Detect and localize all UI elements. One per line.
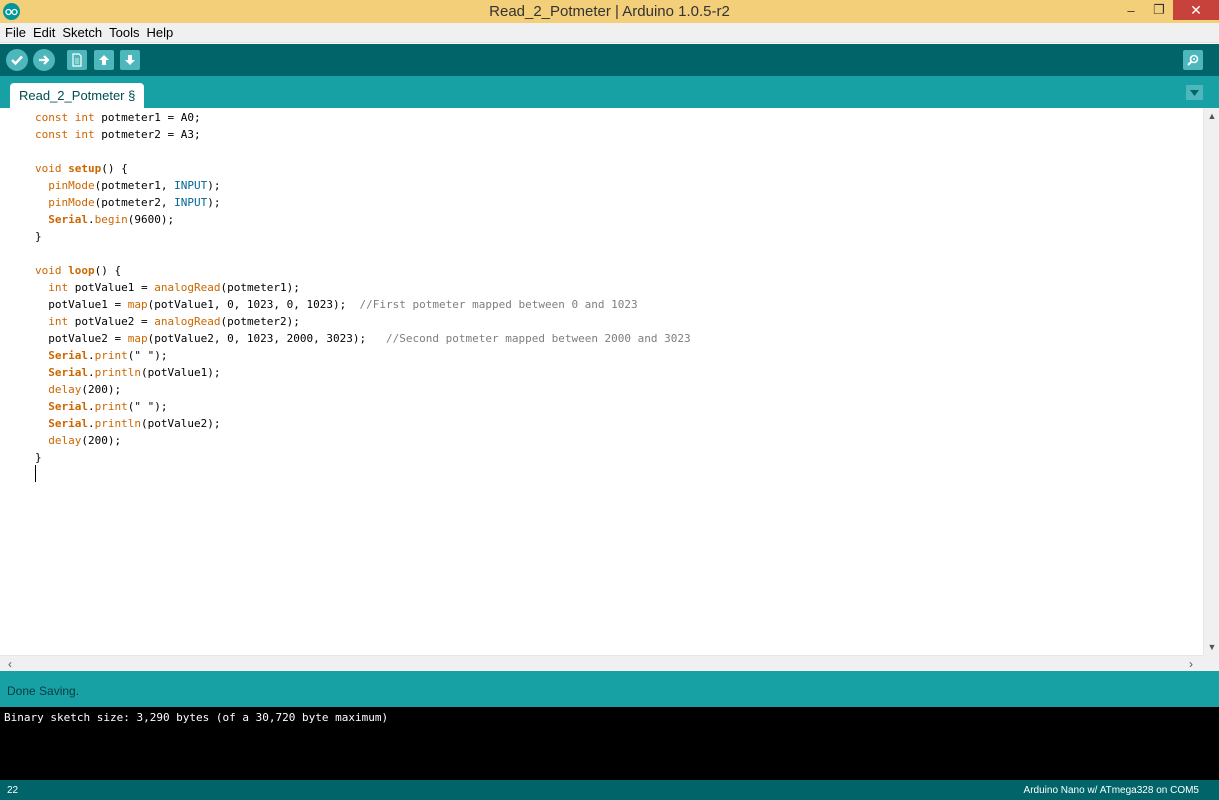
scrollbar-corner [1203, 655, 1219, 671]
code-text[interactable]: const int potmeter1 = A0; const int potme… [35, 109, 691, 483]
tab-menu-button[interactable] [1186, 85, 1203, 100]
console-text: Binary sketch size: 3,290 bytes (of a 30… [4, 711, 389, 724]
triangle-down-icon [1190, 89, 1199, 96]
code-line[interactable]: pinMode(potmeter2, INPUT); [35, 194, 691, 211]
code-line[interactable]: } [35, 449, 691, 466]
menu-tools[interactable]: Tools [106, 25, 142, 40]
magnifier-icon [1187, 54, 1199, 66]
toolbar [0, 44, 1219, 76]
tab-read-2-potmeter[interactable]: Read_2_Potmeter § [10, 83, 145, 108]
arrow-up-icon [99, 55, 109, 65]
code-line[interactable] [35, 143, 691, 160]
code-line[interactable]: delay(200); [35, 432, 691, 449]
minimize-button[interactable]: – [1117, 0, 1145, 20]
scroll-down-icon[interactable]: ▼ [1204, 639, 1219, 655]
menu-bar: File Edit Sketch Tools Help [0, 23, 1219, 43]
tab-label: Read_2_Potmeter § [19, 88, 136, 103]
open-button[interactable] [94, 50, 114, 70]
code-line[interactable]: Serial.print(" "); [35, 398, 691, 415]
arrow-down-icon [125, 55, 135, 65]
tab-bar: Read_2_Potmeter § [0, 76, 1219, 108]
upload-button[interactable] [33, 49, 55, 71]
status-bar: Done Saving. [0, 671, 1219, 707]
code-line[interactable] [35, 466, 691, 483]
code-line[interactable]: int potValue1 = analogRead(potmeter1); [35, 279, 691, 296]
scroll-right-icon[interactable]: › [1183, 656, 1199, 672]
footer-bar: 22 Arduino Nano w/ ATmega328 on COM5 [0, 780, 1219, 800]
arduino-logo-icon [3, 3, 20, 20]
code-line[interactable]: const int potmeter1 = A0; [35, 109, 691, 126]
board-info: Arduino Nano w/ ATmega328 on COM5 [1023, 785, 1199, 796]
code-line[interactable]: Serial.begin(9600); [35, 211, 691, 228]
code-line[interactable]: } [35, 228, 691, 245]
scroll-left-icon[interactable]: ‹ [2, 656, 18, 672]
code-line[interactable]: void loop() { [35, 262, 691, 279]
horizontal-scrollbar[interactable]: ‹ › [0, 655, 1203, 671]
line-number: 22 [7, 785, 19, 796]
code-line[interactable]: delay(200); [35, 381, 691, 398]
checkmark-icon [11, 55, 23, 66]
menu-help[interactable]: Help [143, 25, 176, 40]
text-caret [35, 465, 36, 482]
scroll-up-icon[interactable]: ▲ [1204, 108, 1219, 124]
menu-edit[interactable]: Edit [30, 25, 58, 40]
window-controls: – ❐ ✕ [1117, 0, 1219, 23]
verify-button[interactable] [6, 49, 28, 71]
menu-file[interactable]: File [2, 25, 29, 40]
close-button[interactable]: ✕ [1173, 0, 1219, 20]
code-line[interactable]: Serial.println(potValue1); [35, 364, 691, 381]
code-line[interactable]: potValue1 = map(potValue1, 0, 1023, 0, 1… [35, 296, 691, 313]
arrow-right-icon [39, 55, 50, 65]
status-message: Done Saving. [7, 684, 80, 698]
code-line[interactable]: int potValue2 = analogRead(potmeter2); [35, 313, 691, 330]
code-line[interactable]: pinMode(potmeter1, INPUT); [35, 177, 691, 194]
code-line[interactable]: Serial.print(" "); [35, 347, 691, 364]
code-line[interactable]: void setup() { [35, 160, 691, 177]
code-line[interactable]: potValue2 = map(potValue2, 0, 1023, 2000… [35, 330, 690, 347]
code-line[interactable] [35, 245, 691, 262]
title-bar: Read_2_Potmeter | Arduino 1.0.5-r2 – ❐ ✕ [0, 0, 1219, 23]
window-title: Read_2_Potmeter | Arduino 1.0.5-r2 [489, 3, 730, 20]
menu-sketch[interactable]: Sketch [59, 25, 105, 40]
new-file-icon [72, 53, 82, 67]
serial-monitor-button[interactable] [1183, 50, 1203, 70]
save-button[interactable] [120, 50, 140, 70]
new-button[interactable] [67, 50, 87, 70]
code-editor[interactable]: const int potmeter1 = A0; const int potme… [0, 108, 1203, 655]
code-line[interactable]: Serial.println(potValue2); [35, 415, 691, 432]
restore-button[interactable]: ❐ [1145, 0, 1173, 20]
vertical-scrollbar[interactable]: ▲ ▼ [1203, 108, 1219, 655]
console-output[interactable]: Binary sketch size: 3,290 bytes (of a 30… [0, 707, 1219, 780]
code-line[interactable]: const int potmeter2 = A3; [35, 126, 691, 143]
